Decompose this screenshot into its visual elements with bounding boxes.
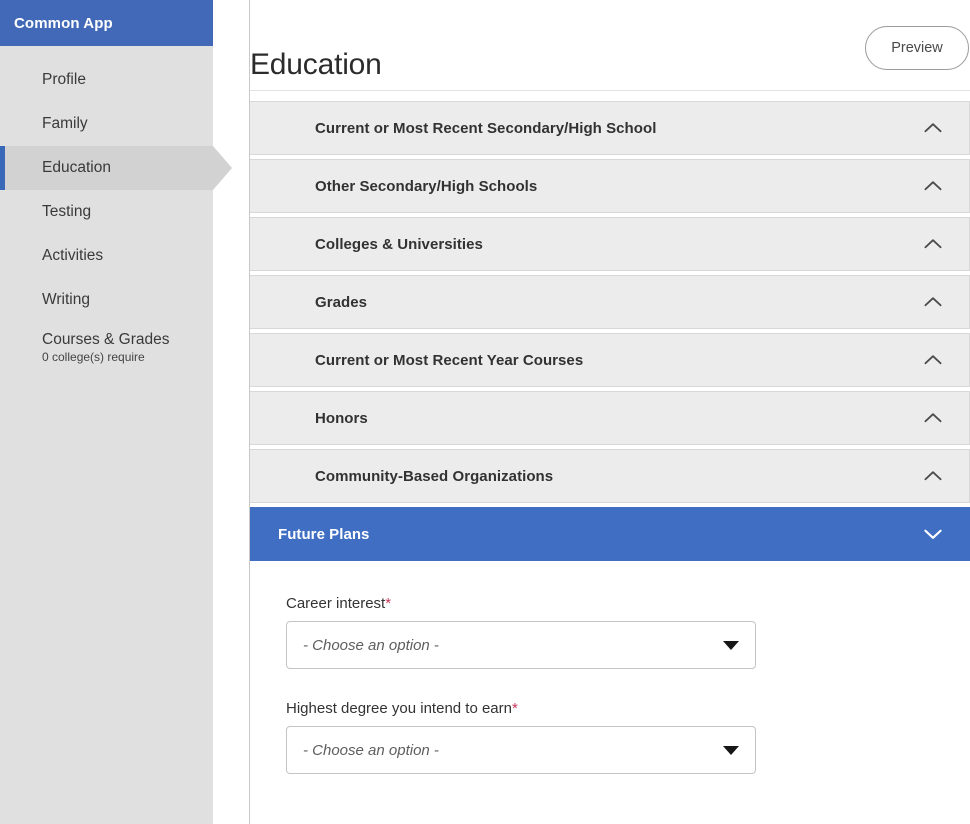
sidebar-item-label: Courses & Grades <box>42 331 170 349</box>
accordion-section-honors[interactable]: Honors <box>250 391 970 445</box>
accordion-section-title: Honors <box>315 409 368 427</box>
career-interest-select[interactable]: - Choose an option - <box>286 621 756 669</box>
required-marker: * <box>512 700 518 717</box>
main-content: Education Preview Current or Most Recent… <box>249 0 970 824</box>
brand-label: Common App <box>14 14 113 32</box>
career-interest-label-text: Career interest <box>286 595 386 612</box>
field-highest-degree: Highest degree you intend to earn* - Cho… <box>286 700 970 774</box>
accordion-section-community-based-organizations[interactable]: Community-Based Organizations <box>250 449 970 503</box>
sidebar-item-testing[interactable]: Testing <box>0 190 213 234</box>
application-window: Common App Profile Family Education Test… <box>0 0 970 824</box>
accordion-section-title: Other Secondary/High Schools <box>315 177 538 195</box>
highest-degree-selected-value: - Choose an option - <box>303 741 439 759</box>
sidebar-item-activities[interactable]: Activities <box>0 234 213 278</box>
sidebar-item-label: Education <box>42 159 111 177</box>
field-career-interest: Career interest* - Choose an option - <box>286 595 970 669</box>
chevron-up-icon[interactable] <box>920 231 946 257</box>
career-interest-selected-value: - Choose an option - <box>303 636 439 654</box>
education-accordion: Current or Most Recent Secondary/High Sc… <box>250 91 970 561</box>
accordion-section-current-or-most-recent-year-courses[interactable]: Current or Most Recent Year Courses <box>250 333 970 387</box>
chevron-up-icon[interactable] <box>920 173 946 199</box>
brand-logo[interactable]: Common App <box>0 0 213 46</box>
chevron-up-icon[interactable] <box>920 463 946 489</box>
sidebar-item-sublabel: 0 college(s) require <box>42 349 145 364</box>
sidebar-item-label: Profile <box>42 71 86 89</box>
dropdown-caret-icon[interactable] <box>723 640 739 650</box>
future-plans-form: Career interest* - Choose an option - Hi… <box>250 565 970 774</box>
sidebar-item-writing[interactable]: Writing <box>0 278 213 322</box>
chevron-up-icon[interactable] <box>920 289 946 315</box>
accordion-section-title: Community-Based Organizations <box>315 467 554 485</box>
dropdown-caret-icon[interactable] <box>723 745 739 755</box>
sidebar-item-courses-and-grades[interactable]: Courses & Grades 0 college(s) require <box>0 322 213 374</box>
highest-degree-select[interactable]: - Choose an option - <box>286 726 756 774</box>
chevron-up-icon[interactable] <box>920 115 946 141</box>
highest-degree-label-text: Highest degree you intend to earn <box>286 700 512 717</box>
accordion-section-current-or-most-recent-secondary-high-school[interactable]: Current or Most Recent Secondary/High Sc… <box>250 101 970 155</box>
sidebar-item-family[interactable]: Family <box>0 102 213 146</box>
chevron-up-icon[interactable] <box>920 405 946 431</box>
chevron-up-icon[interactable] <box>920 347 946 373</box>
sidebar-item-education[interactable]: Education <box>0 146 232 190</box>
page-header: Education Preview <box>250 0 970 91</box>
chevron-down-icon[interactable] <box>920 521 946 547</box>
accordion-section-title: Current or Most Recent Secondary/High Sc… <box>315 119 657 137</box>
career-interest-label: Career interest* <box>286 595 970 612</box>
sidebar-item-profile[interactable]: Profile <box>0 58 213 102</box>
sidebar-item-label: Activities <box>42 247 104 265</box>
sidebar-item-label: Writing <box>42 291 90 309</box>
accordion-section-title: Grades <box>315 293 367 311</box>
accordion-section-future-plans[interactable]: Future Plans <box>250 507 970 561</box>
sidebar-nav: Profile Family Education Testing Activit… <box>0 46 232 374</box>
accordion-section-colleges-and-universities[interactable]: Colleges & Universities <box>250 217 970 271</box>
sidebar: Common App Profile Family Education Test… <box>0 0 232 824</box>
page-title: Education <box>250 48 382 82</box>
accordion-section-grades[interactable]: Grades <box>250 275 970 329</box>
highest-degree-label: Highest degree you intend to earn* <box>286 700 970 717</box>
required-marker: * <box>385 595 392 612</box>
sidebar-item-label: Family <box>42 115 88 133</box>
accordion-section-title: Colleges & Universities <box>315 235 483 253</box>
preview-button[interactable]: Preview <box>865 26 969 70</box>
preview-button-label: Preview <box>891 40 943 56</box>
accordion-section-title: Current or Most Recent Year Courses <box>315 351 584 369</box>
accordion-section-other-secondary-high-schools[interactable]: Other Secondary/High Schools <box>250 159 970 213</box>
accordion-section-title: Future Plans <box>278 525 370 543</box>
active-pointer-icon <box>213 146 232 190</box>
sidebar-item-label: Testing <box>42 203 92 221</box>
